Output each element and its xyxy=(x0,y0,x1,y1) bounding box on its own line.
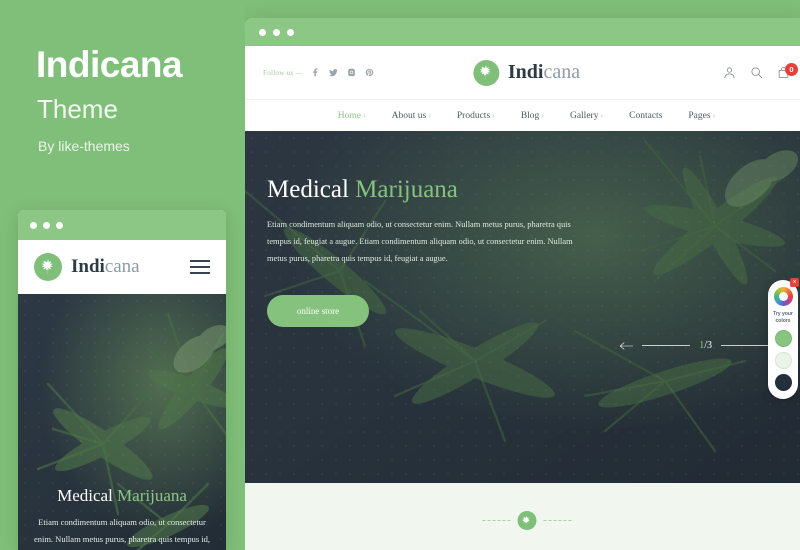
nav-item-contacts-label: Contacts xyxy=(629,110,663,121)
mobile-logo-light: cana xyxy=(104,256,140,277)
window-dot-minimize[interactable] xyxy=(43,221,50,229)
leaf-divider xyxy=(482,511,571,530)
search-icon[interactable] xyxy=(750,66,763,79)
slider-line-right xyxy=(721,344,769,346)
hamburger-menu-icon[interactable] xyxy=(190,260,210,274)
chevron-right-icon: › xyxy=(541,110,544,120)
nav-item-home-label: Home xyxy=(337,110,361,121)
header-icon-group: 0 xyxy=(723,63,798,79)
chevron-right-icon: › xyxy=(600,110,604,120)
color-wheel-icon[interactable] xyxy=(773,287,793,306)
window-dot-maximize[interactable] xyxy=(287,28,294,36)
mobile-hero: Medical Marijuana Etiam condimentum aliq… xyxy=(18,294,226,550)
nav-item-blog-label: Blog xyxy=(520,110,540,121)
mobile-hero-heading-white: Medical xyxy=(57,486,113,505)
close-icon[interactable]: × xyxy=(790,278,799,287)
nav-item-home[interactable]: Home › xyxy=(338,111,366,121)
hero-paragraph: Etiam condimentum aliquam odio, ut conse… xyxy=(267,220,573,264)
hero-heading-white: Medical xyxy=(267,176,349,203)
nav-item-gallery-label: Gallery xyxy=(569,110,599,121)
twitter-icon[interactable] xyxy=(328,67,339,78)
nav-item-pages-label: Pages xyxy=(688,110,711,121)
promo-title: Indicana xyxy=(36,44,183,85)
cart-count-badge: 0 xyxy=(785,63,798,76)
nav-item-about-us[interactable]: About us › xyxy=(392,111,431,121)
facebook-icon[interactable] xyxy=(310,67,321,78)
window-dot-maximize[interactable] xyxy=(56,221,63,229)
color-picker-label: Try your colors xyxy=(773,311,793,324)
divider-dash-right xyxy=(543,520,571,521)
nav-item-blog[interactable]: Blog › xyxy=(521,111,544,121)
site-logo-text: Indicana xyxy=(508,61,580,84)
pinterest-icon[interactable] xyxy=(364,67,375,78)
cart-icon[interactable]: 0 xyxy=(777,63,798,79)
nav-item-products[interactable]: Products › xyxy=(457,111,495,121)
user-icon[interactable] xyxy=(723,66,736,79)
nav-item-contacts[interactable]: Contacts xyxy=(629,111,662,121)
browser-titlebar xyxy=(245,18,800,46)
slider-total: 3 xyxy=(707,339,712,351)
nav-item-about-us-label: About us xyxy=(391,110,427,121)
hero-heading-accent: Marijuana xyxy=(355,176,458,203)
follow-us-label: Follow us — xyxy=(263,68,303,77)
color-swatch-dark[interactable] xyxy=(774,373,792,391)
main-navigation: Home › About us › Products › Blog › Gallery ›… xyxy=(245,100,800,131)
slider-counter: 1/3 xyxy=(699,340,712,351)
logo-text-light: cana xyxy=(543,61,581,83)
mobile-hero-paragraph: Etiam condimentum aliquam odio, ut conse… xyxy=(33,517,211,544)
color-picker-widget: × Try your colors xyxy=(768,278,799,399)
mobile-hero-content: Medical Marijuana Etiam condimentum aliq… xyxy=(18,486,226,550)
chevron-right-icon: › xyxy=(362,110,366,120)
leaf-logo-icon xyxy=(472,59,499,86)
hero-heading: Medical Marijuana xyxy=(267,177,597,202)
instagram-icon[interactable] xyxy=(346,67,357,78)
site-header: Follow us — Indicana 0 xyxy=(245,46,800,100)
slider-prev-arrow-icon[interactable] xyxy=(619,339,634,351)
window-dot-minimize[interactable] xyxy=(273,28,280,36)
color-swatch-green[interactable] xyxy=(774,329,792,347)
chevron-right-icon: › xyxy=(492,110,495,120)
window-dot-close[interactable] xyxy=(30,221,37,229)
promo-author: By like-themes xyxy=(38,138,130,154)
mobile-hero-heading-accent: Marijuana xyxy=(117,486,187,505)
mobile-logo-text: Indicana xyxy=(71,256,140,278)
site-logo[interactable]: Indicana xyxy=(472,59,580,86)
leaf-logo-icon xyxy=(34,253,62,281)
follow-us-group: Follow us — xyxy=(263,67,375,78)
nav-item-products-label: Products xyxy=(456,110,491,121)
chevron-right-icon: › xyxy=(428,110,431,120)
logo-text-bold: Indi xyxy=(507,61,544,83)
mobile-titlebar xyxy=(18,210,226,240)
leaf-badge-icon xyxy=(517,511,536,530)
below-hero-section xyxy=(245,483,800,550)
slider-line-left xyxy=(642,344,691,346)
chevron-right-icon: › xyxy=(712,110,716,120)
hero-content: Medical Marijuana Etiam condimentum aliq… xyxy=(267,177,597,327)
mobile-logo-bold: Indi xyxy=(71,256,105,277)
mobile-hero-heading: Medical Marijuana xyxy=(30,486,214,506)
nav-item-gallery[interactable]: Gallery › xyxy=(570,111,603,121)
nav-item-pages[interactable]: Pages › xyxy=(688,111,715,121)
mobile-preview: Indicana Medical Marijuana Etiam condime… xyxy=(18,210,226,550)
color-swatch-light[interactable] xyxy=(774,351,792,369)
hero-slider: Medical Marijuana Etiam condimentum aliq… xyxy=(245,131,800,483)
browser-window-preview: Follow us — Indicana 0 Home › About us ›… xyxy=(245,18,800,550)
online-store-button[interactable]: online store xyxy=(267,294,369,327)
slider-navigation: 1/3 xyxy=(619,339,792,351)
promo-subtitle: Theme xyxy=(37,94,118,124)
window-dot-close[interactable] xyxy=(259,28,266,36)
mobile-header: Indicana xyxy=(18,240,226,294)
divider-dash-left xyxy=(482,520,510,521)
